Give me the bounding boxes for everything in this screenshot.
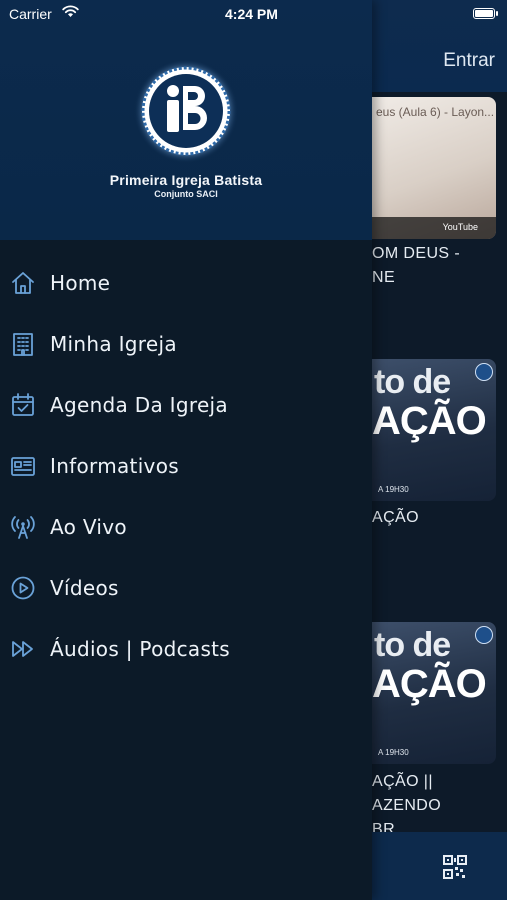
menu-item-videos[interactable]: Vídeos (0, 557, 372, 618)
poster-thumbnail[interactable]: to de AÇÃO A 19H30 (372, 359, 496, 501)
poster-text: to de (374, 626, 451, 664)
status-time: 4:24 PM (225, 6, 278, 22)
poster-text: to de (374, 363, 451, 401)
qr-code-icon[interactable] (443, 855, 467, 879)
caption-line: AÇÃO (372, 509, 419, 526)
caption-line: NE (372, 269, 396, 286)
menu-item-label: Home (50, 270, 111, 295)
church-name: Primeira Igreja Batista (109, 172, 263, 188)
navigation-drawer: Primeira Igreja Batista Conjunto SACI Ho… (0, 0, 372, 900)
poster-text: AÇÃO (372, 662, 487, 706)
card-caption: OM DEUS - NE (372, 242, 507, 290)
menu-item-label: Minha Igreja (50, 331, 177, 356)
menu-item-label: Ao Vivo (50, 514, 127, 539)
drawer-header: Primeira Igreja Batista Conjunto SACI (0, 0, 372, 240)
carrier-label: Carrier (9, 6, 52, 22)
login-button[interactable]: Entrar (443, 50, 495, 72)
video-title: eus (Aula 6) - Layon... (376, 105, 495, 119)
wifi-icon (62, 5, 79, 17)
status-bar: Carrier 4:24 PM (0, 0, 507, 28)
caption-line: AÇÃO || (372, 773, 433, 790)
youtube-label: YouTube (442, 222, 478, 232)
home-icon (10, 270, 36, 296)
card-caption: AÇÃO (372, 506, 507, 530)
menu-item-ao-vivo[interactable]: Ao Vivo (0, 496, 372, 557)
building-icon (10, 331, 36, 357)
calendar-check-icon (10, 392, 36, 418)
fast-forward-icon (10, 636, 36, 662)
menu-item-minha-igreja[interactable]: Minha Igreja (0, 313, 372, 374)
menu-item-label: Agenda Da Igreja (50, 392, 228, 417)
video-controls-bar: YouTube (372, 217, 496, 239)
poster-text: AÇÃO (372, 399, 487, 443)
poster-small-text: A 19H30 (378, 485, 409, 494)
church-logo (133, 58, 239, 164)
menu-item-label: Áudios | Podcasts (50, 636, 231, 661)
caption-line: OM DEUS - (372, 245, 461, 262)
menu-item-audios-podcasts[interactable]: Áudios | Podcasts (0, 618, 372, 679)
poster-small-text: A 19H30 (378, 748, 409, 757)
caption-line: AZENDO (372, 797, 442, 814)
church-logo-mini (475, 363, 493, 381)
drawer-menu: Home Minha Igreja Agenda Da Igreja Infor… (0, 252, 372, 679)
video-thumbnail[interactable]: eus (Aula 6) - Layon... YouTube (372, 97, 496, 239)
menu-item-label: Informativos (50, 453, 179, 478)
newspaper-icon (10, 453, 36, 479)
menu-item-informativos[interactable]: Informativos (0, 435, 372, 496)
antenna-icon (10, 514, 36, 540)
caption-line: BR (372, 821, 396, 832)
card-caption: AÇÃO || AZENDO BR (372, 770, 507, 832)
bottom-bar (372, 832, 507, 900)
menu-item-label: Vídeos (50, 575, 119, 600)
poster-thumbnail[interactable]: to de AÇÃO A 19H30 (372, 622, 496, 764)
menu-item-agenda[interactable]: Agenda Da Igreja (0, 374, 372, 435)
background-content-list: eus (Aula 6) - Layon... YouTube OM DEUS … (372, 92, 507, 832)
church-logo-mini (475, 626, 493, 644)
menu-item-home[interactable]: Home (0, 252, 372, 313)
play-circle-icon (10, 575, 36, 601)
church-subtitle: Conjunto SACI (154, 189, 218, 199)
